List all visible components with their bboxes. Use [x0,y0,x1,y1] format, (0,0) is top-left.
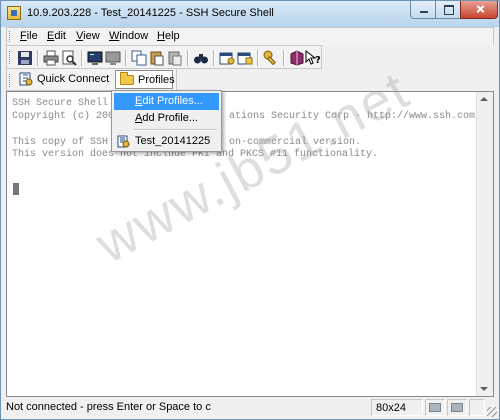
menu-edit[interactable]: Edit [47,30,66,42]
paste-alt-icon[interactable] [167,50,183,66]
menu-separator [134,129,217,131]
profile-toolbar: Quick Connect Profiles [6,69,177,91]
connection-status-indicator [425,399,445,416]
print-preview-icon[interactable] [61,50,77,66]
find-icon[interactable] [193,50,209,66]
terminal-line-2-right: ations Security Corp - http://www.ssh.co… [229,111,482,122]
terminal-line-1: SSH Secure Shell [12,98,109,109]
menu-item-edit-profiles[interactable]: Edit Profiles... [114,93,219,110]
menu-help[interactable]: Help [157,30,180,42]
copy-icon[interactable] [131,50,147,66]
main-window: 10.9.203.228 - Test_20141225 - SSH Secur… [0,0,500,420]
menu-file[interactable]: File [20,30,38,42]
menu-item-add-profile[interactable]: Add Profile... [114,110,219,127]
scroll-down-arrow-icon[interactable] [480,387,488,391]
profiles-button[interactable]: Profiles [115,70,175,89]
folder-icon [120,72,134,85]
quick-connect-button[interactable]: Quick Connect [17,70,109,88]
connection-icon [429,403,441,412]
close-button[interactable] [460,1,498,19]
status-bar: Not connected - press Enter or Space to … [1,397,499,419]
settings-icon[interactable] [219,50,235,66]
title-bar[interactable]: 10.9.203.228 - Test_20141225 - SSH Secur… [1,1,499,27]
menu-bar: File Edit View Window Help [6,27,494,45]
profile-icon [117,135,130,148]
terminal-size-indicator: 80x24 [371,399,423,416]
minimize-button[interactable] [410,1,436,19]
menubar-grip[interactable] [9,31,13,42]
terminal-line-3-right: on-commercial version. [229,137,362,148]
new-terminal-icon[interactable] [87,50,103,66]
terminal-line-2-left: Copyright (c) 200 [12,111,115,122]
status-message: Not connected - press Enter or Space to … [6,401,211,413]
vertical-scrollbar[interactable] [476,92,493,396]
key-icon[interactable] [263,50,279,66]
new-file-transfer-icon[interactable] [105,50,121,66]
maximize-button[interactable] [435,1,461,19]
menu-view[interactable]: View [76,30,100,42]
profile-settings-icon[interactable] [237,50,253,66]
quick-connect-label: Quick Connect [37,73,110,85]
terminal-cursor [13,183,19,195]
menu-window[interactable]: Window [109,30,148,42]
main-toolbar: ? [6,45,322,69]
context-help-icon[interactable]: ? [305,50,321,66]
app-icon[interactable] [7,6,21,20]
scroll-up-arrow-icon[interactable] [480,97,488,101]
resize-grip-icon[interactable] [487,407,497,417]
menu-item-profile-test[interactable]: Test_20141225 [114,133,219,150]
profiles-label: Profiles [138,74,175,86]
save-icon[interactable] [17,50,33,66]
toolbar-grip[interactable] [9,51,13,64]
profiles-dropdown: Edit Profiles... Add Profile... Test_201… [111,90,222,152]
help-book-icon[interactable] [289,50,305,66]
paste-icon[interactable] [149,50,165,66]
terminal-line-3-left: This copy of SSH [12,137,109,148]
quick-connect-icon [19,72,33,86]
lock-icon [451,403,463,412]
encryption-status-indicator [447,399,467,416]
window-title: 10.9.203.228 - Test_20141225 - SSH Secur… [27,7,274,19]
svg-text:?: ? [315,55,321,66]
print-icon[interactable] [43,50,59,66]
terminal-area[interactable]: SSH Secure Shell Copyright (c) 200 ation… [6,91,494,397]
profilebar-grip[interactable] [9,74,13,87]
status-extra-indicator [469,399,485,416]
